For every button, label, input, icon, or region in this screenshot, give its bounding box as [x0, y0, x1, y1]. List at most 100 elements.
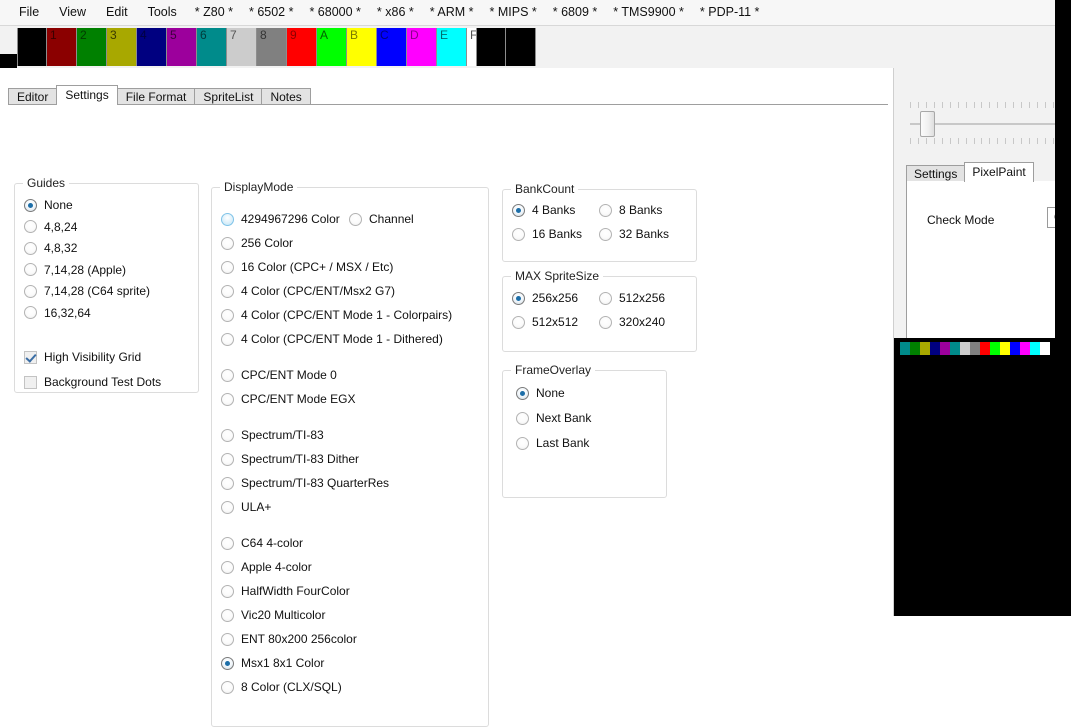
menu-item-mips[interactable]: * MIPS * [483, 2, 544, 23]
radio-icon[interactable] [221, 212, 234, 226]
tab-file-format[interactable]: File Format [116, 88, 196, 105]
radio-icon[interactable] [512, 227, 525, 241]
checkbox-background-test-dots[interactable]: Background Test Dots [24, 375, 161, 389]
option-512x512[interactable]: 512x512 [512, 315, 578, 329]
tab-settings[interactable]: Settings [56, 85, 118, 105]
radio-icon[interactable] [512, 203, 525, 217]
option-7-14-28-c64-sprite[interactable]: 7,14,28 (C64 sprite) [24, 284, 150, 298]
menu-item-edit[interactable]: Edit [97, 2, 137, 23]
zoom-slider[interactable] [906, 102, 1071, 146]
option-32-banks[interactable]: 32 Banks [599, 227, 669, 241]
radio-icon[interactable] [516, 386, 529, 400]
radio-icon[interactable] [221, 536, 234, 550]
radio-icon[interactable] [221, 368, 234, 382]
option-16-32-64[interactable]: 16,32,64 [24, 306, 91, 320]
palette-swatch-7[interactable]: 7 [227, 28, 257, 66]
option-spectrum-ti-83[interactable]: Spectrum/TI-83 [221, 428, 324, 442]
right-tab-pixelpaint[interactable]: PixelPaint [964, 162, 1034, 182]
palette-swatch-3[interactable]: 3 [107, 28, 137, 66]
radio-icon[interactable] [512, 315, 525, 329]
display-mode-channel-option[interactable]: Channel [349, 212, 414, 226]
option-4-color-cpc-ent-mode-1-dithered[interactable]: 4 Color (CPC/ENT Mode 1 - Dithered) [221, 332, 443, 346]
radio-icon[interactable] [599, 291, 612, 305]
radio-icon[interactable] [221, 284, 234, 298]
palette-swatch-6[interactable]: 6 [197, 28, 227, 66]
option-apple-4-color[interactable]: Apple 4-color [221, 560, 312, 574]
radio-icon[interactable] [221, 656, 234, 670]
palette-swatch-8[interactable]: 8 [257, 28, 287, 66]
option-16-color-cpc-msx-etc[interactable]: 16 Color (CPC+ / MSX / Etc) [221, 260, 393, 274]
radio-icon[interactable] [221, 428, 234, 442]
radio-icon[interactable] [24, 306, 37, 319]
radio-icon[interactable] [221, 476, 234, 490]
option-4-8-32[interactable]: 4,8,32 [24, 241, 77, 255]
option-halfwidth-fourcolor[interactable]: HalfWidth FourColor [221, 584, 350, 598]
tab-editor[interactable]: Editor [8, 88, 58, 105]
radio-icon[interactable] [24, 220, 37, 233]
option-ula[interactable]: ULA+ [221, 500, 271, 514]
option-4294967296-color[interactable]: 4294967296 Color [221, 212, 340, 226]
radio-icon[interactable] [221, 392, 234, 406]
menu-item-view[interactable]: View [50, 2, 95, 23]
palette-swatch-B[interactable]: B [347, 28, 377, 66]
tab-notes[interactable]: Notes [261, 88, 311, 105]
radio-icon[interactable] [221, 632, 234, 646]
radio-icon[interactable] [221, 332, 234, 346]
radio-icon[interactable] [221, 236, 234, 250]
palette-swatch-row[interactable]: 0123456789ABCDEF [17, 28, 527, 66]
option-256x256[interactable]: 256x256 [512, 291, 578, 305]
palette-extra-swatch-1[interactable] [506, 28, 536, 66]
right-tabstrip[interactable]: Settings PixelPaint [906, 162, 1034, 182]
radio-icon[interactable] [221, 584, 234, 598]
radio-icon[interactable] [516, 436, 529, 450]
radio-icon[interactable] [512, 291, 525, 305]
radio-icon[interactable] [221, 260, 234, 274]
menu-item-pdp-11[interactable]: * PDP-11 * [693, 2, 767, 23]
option-next-bank[interactable]: Next Bank [516, 411, 591, 425]
palette-swatch-0[interactable]: 0 [17, 28, 47, 66]
radio-icon[interactable] [221, 560, 234, 574]
palette-swatch-D[interactable]: D [407, 28, 437, 66]
option-ent-80x200-256color[interactable]: ENT 80x200 256color [221, 632, 357, 646]
checkbox-high-visibility-grid[interactable]: High Visibility Grid [24, 350, 141, 364]
menu-item-6809[interactable]: * 6809 * [546, 2, 604, 23]
radio-icon[interactable] [221, 608, 234, 622]
radio-icon[interactable] [24, 263, 37, 276]
option-16-banks[interactable]: 16 Banks [512, 227, 582, 241]
option-vic20-multicolor[interactable]: Vic20 Multicolor [221, 608, 325, 622]
checkbox-icon[interactable] [24, 375, 37, 389]
menu-item-6502[interactable]: * 6502 * [242, 2, 300, 23]
palette-swatch-A[interactable]: A [317, 28, 347, 66]
tab-spritelist[interactable]: SpriteList [194, 88, 263, 105]
option-256-color[interactable]: 256 Color [221, 236, 293, 250]
radio-icon[interactable] [221, 500, 234, 514]
option-spectrum-ti-83-dither[interactable]: Spectrum/TI-83 Dither [221, 452, 359, 466]
main-tabstrip[interactable]: Editor Settings File Format SpriteList Notes [8, 85, 311, 105]
option-8-color-clx-sql[interactable]: 8 Color (CLX/SQL) [221, 680, 342, 694]
radio-icon[interactable] [24, 198, 37, 212]
palette-swatch-1[interactable]: 1 [47, 28, 77, 66]
palette-swatch-5[interactable]: 5 [167, 28, 197, 66]
palette-extra-swatch-row[interactable] [476, 28, 536, 66]
radio-icon[interactable] [221, 680, 234, 694]
option-4-banks[interactable]: 4 Banks [512, 203, 575, 217]
option-7-14-28-apple[interactable]: 7,14,28 (Apple) [24, 263, 126, 277]
slider-thumb[interactable] [920, 111, 935, 137]
option-4-color-cpc-ent-msx2-g7[interactable]: 4 Color (CPC/ENT/Msx2 G7) [221, 284, 395, 298]
option-4-8-24[interactable]: 4,8,24 [24, 220, 77, 234]
option-none[interactable]: None [24, 198, 73, 212]
menu-item-x86[interactable]: * x86 * [370, 2, 421, 23]
radio-icon[interactable] [599, 315, 612, 329]
option-msx1-8x1-color[interactable]: Msx1 8x1 Color [221, 656, 324, 670]
radio-icon[interactable] [24, 284, 37, 298]
option-320x240[interactable]: 320x240 [599, 315, 665, 329]
palette-swatch-9[interactable]: 9 [287, 28, 317, 66]
menu-item-z80[interactable]: * Z80 * [188, 2, 240, 23]
menu-item-arm[interactable]: * ARM * [423, 2, 481, 23]
option-c64-4-color[interactable]: C64 4-color [221, 536, 303, 550]
sprite-preview-canvas[interactable] [894, 338, 1071, 616]
radio-icon[interactable] [221, 452, 234, 466]
menu-item-68000[interactable]: * 68000 * [302, 2, 367, 23]
menu-item-tools[interactable]: Tools [139, 2, 186, 23]
palette-swatch-2[interactable]: 2 [77, 28, 107, 66]
